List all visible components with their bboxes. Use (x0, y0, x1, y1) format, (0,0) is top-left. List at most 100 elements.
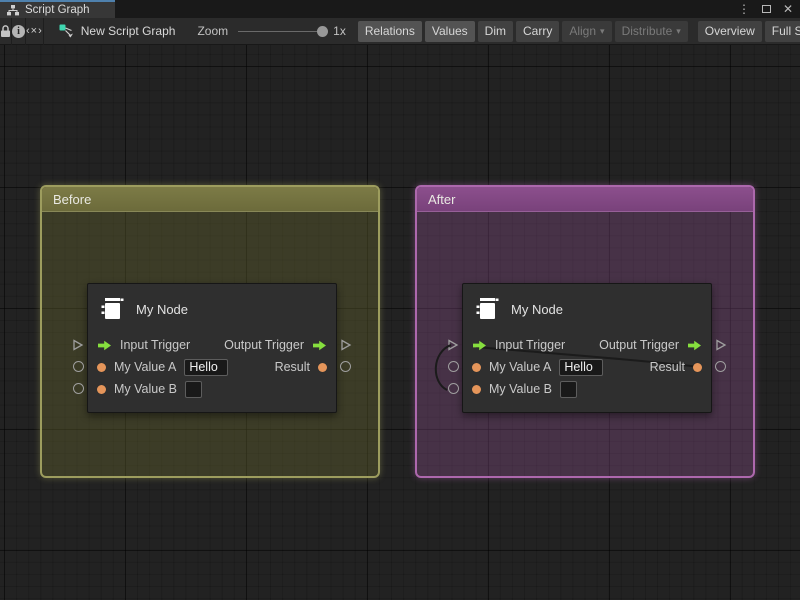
zoom-label: Zoom (197, 24, 228, 38)
menu-kebab-icon[interactable]: ⋮ (738, 2, 750, 16)
outer-trigger-in-port[interactable] (72, 339, 84, 351)
value-port-dot-icon (472, 385, 481, 394)
graph-toolbar: i ‹×› New Script Graph Zoom 1x Relations… (0, 18, 800, 45)
value-b-input[interactable] (560, 381, 577, 398)
input-trigger-label: Input Trigger (120, 338, 190, 352)
distribute-dropdown[interactable]: Distribute ▾ (615, 21, 688, 42)
outer-trigger-out-port[interactable] (715, 339, 727, 351)
trigger-row: Input Trigger Output Trigger (463, 334, 711, 356)
carry-label: Carry (523, 24, 552, 38)
lock-button[interactable] (0, 18, 12, 45)
output-trigger-label: Output Trigger (224, 338, 304, 352)
code-preview-button[interactable]: ‹×› (26, 18, 44, 45)
value-b-port[interactable]: My Value B (97, 381, 202, 398)
relations-toggle[interactable]: Relations (358, 21, 422, 42)
trigger-arrow-icon (472, 340, 487, 351)
info-button[interactable]: i (12, 18, 26, 45)
trigger-arrow-icon (97, 340, 112, 351)
values-label: Values (432, 24, 468, 38)
fullscreen-button[interactable]: Full Scr (765, 21, 800, 42)
value-b-row: My Value B (463, 378, 711, 400)
result-label: Result (650, 360, 685, 374)
tab-title: Script Graph (25, 4, 90, 16)
trigger-arrow-icon (312, 340, 327, 351)
relations-label: Relations (365, 24, 415, 38)
node-my-node-after[interactable]: My Node Input Trigger Output Trigger (462, 283, 712, 413)
tab-script-graph[interactable]: Script Graph (0, 0, 115, 18)
input-trigger-port[interactable]: Input Trigger (97, 338, 190, 352)
script-graph-window: Script Graph ⋮ ✕ i ‹×› New Scr (0, 0, 800, 600)
input-trigger-port[interactable]: Input Trigger (472, 338, 565, 352)
value-a-input[interactable] (184, 359, 228, 376)
node-title: My Node (511, 302, 563, 317)
chevron-down-icon: ▾ (676, 26, 681, 37)
outer-result-port[interactable] (340, 361, 351, 372)
values-toggle[interactable]: Values (425, 21, 475, 42)
result-port[interactable]: Result (650, 360, 702, 374)
value-b-input[interactable] (185, 381, 202, 398)
outer-value-a-port[interactable] (448, 361, 459, 372)
value-a-input[interactable] (559, 359, 603, 376)
value-b-label: My Value B (489, 382, 552, 396)
info-icon: i (12, 25, 25, 38)
value-b-port[interactable]: My Value B (472, 381, 577, 398)
value-port-dot-icon (97, 385, 106, 394)
node-header[interactable]: My Node (88, 284, 336, 334)
carry-toggle[interactable]: Carry (516, 21, 559, 42)
unit-node-icon (100, 296, 125, 322)
graph-canvas[interactable]: Before My Node (0, 45, 800, 600)
distribute-label: Distribute (622, 24, 673, 38)
zoom-slider[interactable] (238, 31, 324, 32)
dim-toggle[interactable]: Dim (478, 21, 513, 42)
output-trigger-port[interactable]: Output Trigger (599, 338, 702, 352)
graph-name-label: New Script Graph (81, 24, 176, 38)
outer-result-port[interactable] (715, 361, 726, 372)
align-label: Align (569, 24, 596, 38)
maximize-icon[interactable] (762, 5, 771, 13)
value-a-port[interactable]: My Value A (97, 359, 228, 376)
align-dropdown[interactable]: Align ▾ (562, 21, 611, 42)
value-a-row: My Value A Result (463, 356, 711, 378)
value-a-row: My Value A Result (88, 356, 336, 378)
value-b-row: My Value B (88, 378, 336, 400)
window-controls: ⋮ ✕ (738, 0, 793, 18)
result-port[interactable]: Result (275, 360, 327, 374)
value-a-label: My Value A (114, 360, 176, 374)
value-a-label: My Value A (489, 360, 551, 374)
group-before-header[interactable]: Before (42, 187, 378, 212)
zoom-value: 1x (333, 24, 346, 38)
dim-label: Dim (485, 24, 506, 38)
node-header[interactable]: My Node (463, 284, 711, 334)
node-my-node-before[interactable]: My Node Input Trigger Output Trigger (87, 283, 337, 413)
tab-bar: Script Graph ⋮ ✕ (0, 0, 800, 18)
group-after[interactable]: After My Node (415, 185, 755, 478)
overview-button[interactable]: Overview (698, 21, 762, 42)
output-trigger-port[interactable]: Output Trigger (224, 338, 327, 352)
value-port-dot-icon (472, 363, 481, 372)
lock-icon (0, 25, 11, 38)
group-after-label: After (428, 192, 455, 207)
outer-trigger-out-port[interactable] (340, 339, 352, 351)
close-icon[interactable]: ✕ (783, 2, 793, 16)
group-before[interactable]: Before My Node (40, 185, 380, 478)
value-a-port[interactable]: My Value A (472, 359, 603, 376)
graph-title-chip[interactable]: New Script Graph (59, 24, 176, 38)
group-before-label: Before (53, 192, 91, 207)
result-label: Result (275, 360, 310, 374)
outer-value-a-port[interactable] (73, 361, 84, 372)
unit-node-icon (475, 296, 500, 322)
zoom-control: Zoom 1x (197, 24, 345, 38)
output-trigger-label: Output Trigger (599, 338, 679, 352)
outer-value-b-port[interactable] (448, 383, 459, 394)
input-trigger-label: Input Trigger (495, 338, 565, 352)
toolbar-buttons: Relations Values Dim Carry Align ▾ Distr… (358, 21, 800, 42)
group-after-header[interactable]: After (417, 187, 753, 212)
value-port-dot-icon (693, 363, 702, 372)
fullscreen-label: Full Scr (772, 24, 800, 38)
sitemap-icon (7, 5, 19, 16)
node-title: My Node (136, 302, 188, 317)
outer-value-b-port[interactable] (73, 383, 84, 394)
outer-trigger-in-port[interactable] (447, 339, 459, 351)
chevron-down-icon: ▾ (600, 26, 605, 37)
zoom-slider-handle[interactable] (317, 26, 328, 37)
